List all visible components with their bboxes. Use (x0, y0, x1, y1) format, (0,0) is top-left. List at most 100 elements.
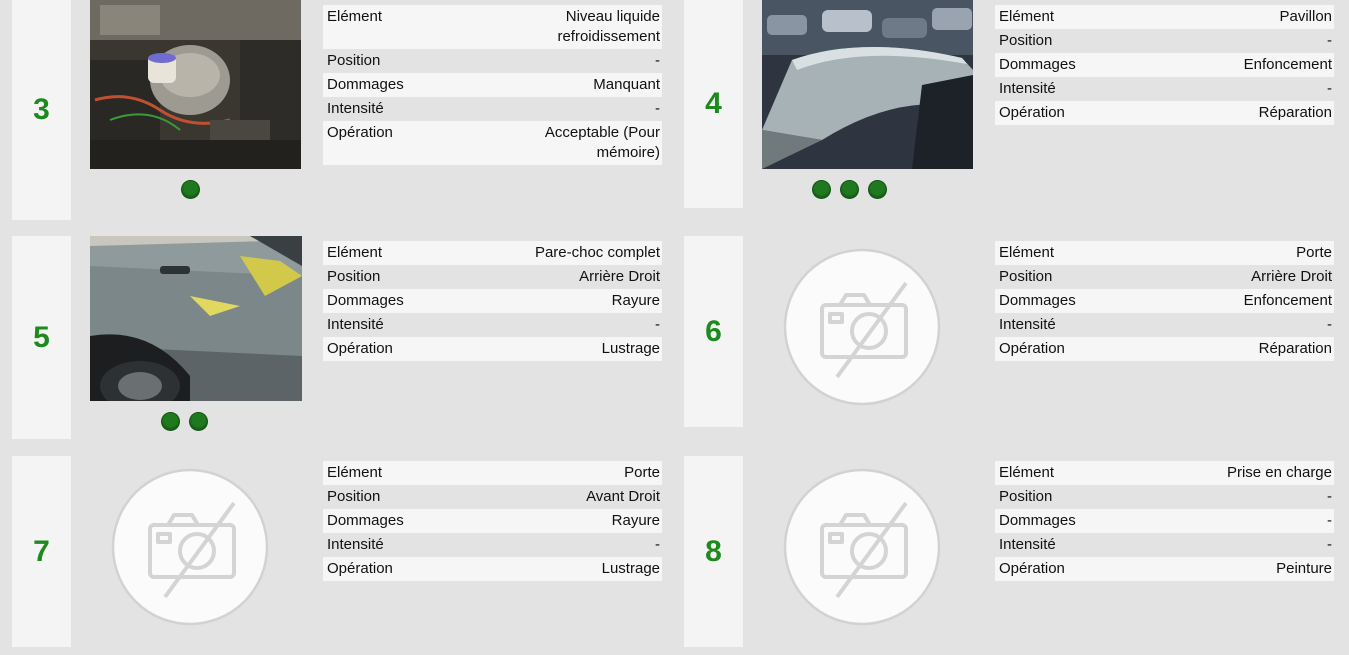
detail-label: Position (327, 268, 381, 285)
detail-label: Elément (999, 8, 1055, 25)
detail-row-position: Position - (995, 29, 1334, 53)
detail-label: Opération (327, 124, 393, 141)
detail-row-position: Position - (995, 485, 1334, 509)
detail-value: Prise en charge (1226, 464, 1332, 481)
photo-pager (813, 181, 886, 198)
detail-label: Dommages (327, 292, 404, 309)
detail-value: Acceptable (Pour mémoire) (544, 124, 660, 161)
detail-row-intensite: Intensité - (995, 313, 1334, 337)
damage-number-column: 6 (684, 236, 743, 427)
detail-row-operation: Opération Réparation (995, 337, 1334, 361)
detail-label: Intensité (999, 536, 1056, 553)
detail-value: - (655, 100, 660, 117)
detail-row-intensite: Intensité - (323, 97, 662, 121)
damage-details-table: Elément Porte Position Arrière Droit Domma… (995, 241, 1334, 361)
detail-row-element: Elément Pavillon (995, 5, 1334, 29)
detail-row-element: Elément Niveau liquide refroidissement (323, 5, 662, 49)
detail-label: Position (999, 32, 1053, 49)
detail-value: Porte (1296, 244, 1332, 261)
detail-row-intensite: Intensité - (995, 77, 1334, 101)
detail-value: Peinture (1276, 560, 1332, 577)
detail-value: Enfoncement (1243, 56, 1332, 73)
damage-number: 5 (33, 320, 50, 354)
detail-value: - (655, 536, 660, 553)
detail-row-element: Elément Pare-choc complet (323, 241, 662, 265)
car-side-door-photo[interactable] (90, 236, 302, 401)
detail-label: Opération (999, 340, 1065, 357)
damage-details-table: Elément Pare-choc complet Position Arrière… (323, 241, 662, 361)
detail-row-position: Position Arrière Droit (995, 265, 1334, 289)
detail-value: Pavillon (1279, 8, 1332, 25)
detail-value: Avant Droit (586, 488, 660, 505)
detail-label: Position (999, 268, 1053, 285)
detail-row-dommages: Dommages Rayure (323, 509, 662, 533)
detail-label: Intensité (327, 536, 384, 553)
photo-pager-dot[interactable] (162, 413, 179, 430)
detail-value: Pare-choc complet (534, 244, 660, 261)
damage-card-4: 4 Elément Pavillon Position - Dommages Enfo… (684, 0, 1346, 208)
detail-row-operation: Opération Peinture (995, 557, 1334, 581)
detail-value: - (655, 52, 660, 69)
detail-value: - (1327, 316, 1332, 333)
detail-label: Elément (327, 244, 383, 261)
detail-label: Opération (999, 104, 1065, 121)
damage-card-6: 6 Elément Porte Position Arrière Droit Dom… (684, 236, 1346, 427)
photo-pager-dot[interactable] (182, 181, 199, 198)
damage-details-table: Elément Porte Position Avant Droit Dommage… (323, 461, 662, 581)
detail-label: Dommages (999, 56, 1076, 73)
detail-label: Dommages (327, 76, 404, 93)
detail-value: Manquant (593, 76, 660, 93)
detail-label: Opération (327, 340, 393, 357)
damage-card-7: 7 Elément Porte Position Avant Droit Domma… (12, 456, 674, 647)
car-roof-photo[interactable] (762, 0, 973, 169)
detail-value: - (1327, 512, 1332, 529)
detail-row-dommages: Dommages Enfoncement (995, 289, 1334, 313)
detail-value: Arrière Droit (1251, 268, 1332, 285)
damage-number-column: 5 (12, 236, 71, 439)
damage-number: 4 (705, 87, 722, 120)
detail-value: Porte (624, 464, 660, 481)
detail-label: Opération (999, 560, 1065, 577)
detail-label: Intensité (327, 316, 384, 333)
photo-pager (162, 413, 207, 430)
detail-row-intensite: Intensité - (323, 533, 662, 557)
damage-number: 8 (705, 534, 722, 568)
detail-row-position: Position Arrière Droit (323, 265, 662, 289)
engine-bay-photo[interactable] (90, 0, 301, 169)
detail-row-dommages: Dommages Manquant (323, 73, 662, 97)
detail-label: Intensité (999, 80, 1056, 97)
damage-number: 6 (705, 314, 722, 348)
damage-card-3: 3 Elément Niveau liquide refroidissement … (12, 0, 674, 220)
damage-number-column: 3 (12, 0, 71, 220)
detail-value: Réparation (1258, 104, 1332, 121)
damage-number-column: 7 (12, 456, 71, 647)
detail-value: Réparation (1258, 340, 1332, 357)
detail-label: Intensité (999, 316, 1056, 333)
no-photo-icon (782, 247, 942, 411)
detail-label: Dommages (999, 512, 1076, 529)
damage-card-5: 5 Elément Pare-choc complet Position Arriè… (12, 236, 674, 439)
detail-value: - (1327, 32, 1332, 49)
damage-details-table: Elément Pavillon Position - Dommages Enfonc… (995, 5, 1334, 125)
photo-pager-dot[interactable] (869, 181, 886, 198)
detail-value: - (1327, 536, 1332, 553)
detail-row-dommages: Dommages - (995, 509, 1334, 533)
detail-value: - (1327, 80, 1332, 97)
detail-label: Elément (999, 244, 1055, 261)
photo-pager-dot[interactable] (841, 181, 858, 198)
detail-label: Position (327, 52, 381, 69)
damage-card-8: 8 Elément Prise en charge Position - Domma… (684, 456, 1346, 647)
detail-label: Position (327, 488, 381, 505)
photo-pager-dot[interactable] (813, 181, 830, 198)
no-photo-icon (110, 467, 270, 631)
detail-row-element: Elément Porte (323, 461, 662, 485)
detail-row-element: Elément Prise en charge (995, 461, 1334, 485)
damage-number-column: 4 (684, 0, 743, 208)
damage-number-column: 8 (684, 456, 743, 647)
detail-value: Lustrage (601, 340, 660, 357)
detail-row-operation: Opération Réparation (995, 101, 1334, 125)
detail-row-element: Elément Porte (995, 241, 1334, 265)
photo-pager-dot[interactable] (190, 413, 207, 430)
no-photo-icon (782, 467, 942, 631)
detail-row-dommages: Dommages Rayure (323, 289, 662, 313)
